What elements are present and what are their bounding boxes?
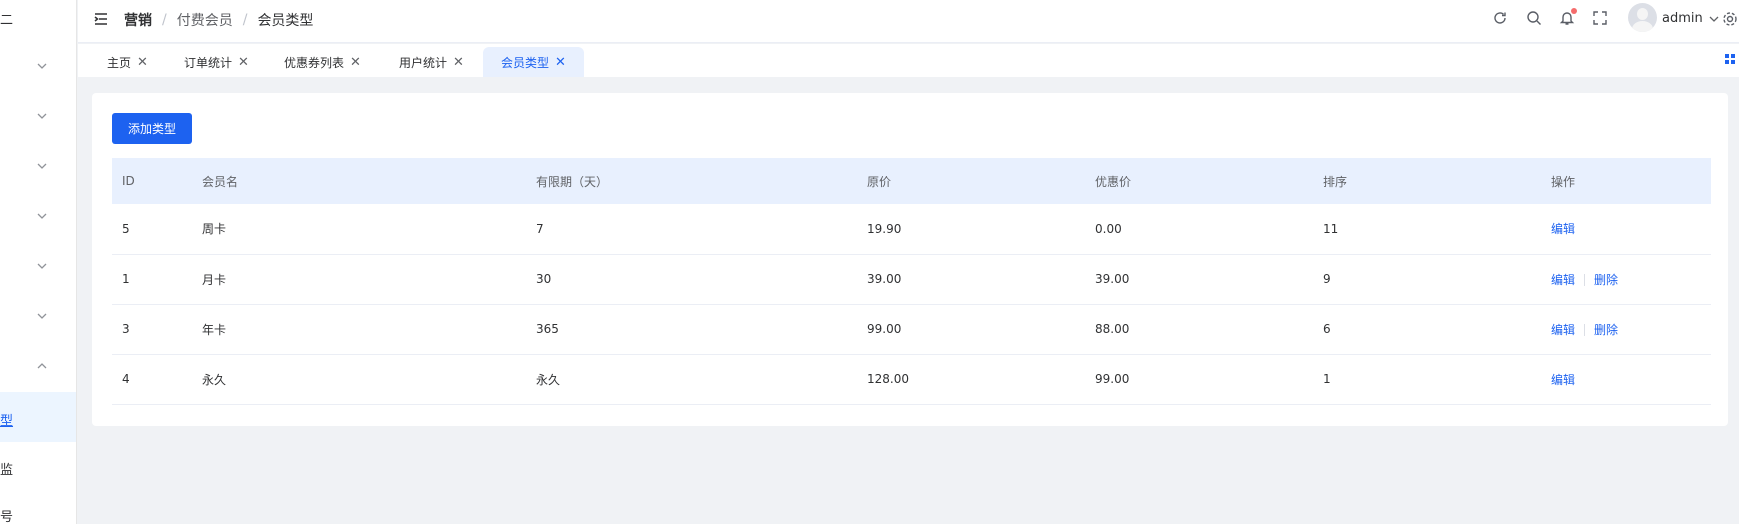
breadcrumb: 营销 / 付费会员 / 会员类型	[124, 10, 313, 30]
chevron-down-icon[interactable]	[36, 260, 48, 272]
tab-order-stats[interactable]: 订单统计 ✕	[174, 47, 259, 77]
cell-sort: 1	[1323, 372, 1331, 386]
breadcrumb-separator: /	[242, 12, 248, 28]
cell-days: 7	[536, 221, 544, 236]
column-header-price: 原价	[867, 174, 892, 189]
close-icon[interactable]: ✕	[453, 55, 464, 70]
table-header-row: ID 会员名 有限期（天） 原价 优惠价 排序 操作	[112, 158, 1711, 204]
avatar[interactable]	[1628, 3, 1657, 32]
fullscreen-icon[interactable]	[1592, 10, 1608, 26]
chevron-down-icon[interactable]	[36, 110, 48, 122]
sidebar: 二 型 监 号	[0, 0, 77, 524]
cell-days: 30	[536, 272, 552, 286]
sidebar-logo-fragment: 二	[0, 13, 14, 28]
edit-link[interactable]: 编辑	[1551, 222, 1575, 236]
chevron-down-icon[interactable]	[36, 60, 48, 72]
cell-price: 39.00	[867, 272, 902, 286]
close-icon[interactable]: ✕	[350, 55, 361, 70]
chevron-down-icon[interactable]	[36, 210, 48, 222]
breadcrumb-item-marketing[interactable]: 营销	[124, 10, 152, 30]
close-icon[interactable]: ✕	[238, 55, 249, 70]
cell-discount: 0.00	[1095, 221, 1122, 236]
column-header-id: ID	[122, 174, 135, 188]
cell-discount: 99.00	[1095, 372, 1130, 386]
cell-name: 月卡	[202, 272, 227, 287]
edit-link[interactable]: 编辑	[1551, 323, 1575, 337]
delete-link[interactable]: 删除	[1594, 273, 1618, 287]
column-header-discount: 优惠价	[1095, 174, 1132, 189]
notification-badge	[1571, 8, 1577, 14]
cell-actions: 编辑 删除	[1541, 254, 1711, 304]
breadcrumb-separator: /	[162, 12, 167, 28]
content-card: 添加类型 ID 会员名 有限期（天） 原价 优惠价 排序 操作 5 周卡 7 1…	[92, 93, 1728, 426]
edit-link[interactable]: 编辑	[1551, 273, 1575, 287]
tab-label: 优惠券列表	[284, 55, 345, 70]
cell-actions: 编辑 删除	[1541, 304, 1711, 354]
chevron-up-icon[interactable]	[36, 360, 48, 372]
tab-label: 主页	[107, 55, 132, 70]
hamburger-icon[interactable]	[93, 11, 109, 27]
action-divider	[1584, 324, 1586, 336]
refresh-icon[interactable]	[1492, 10, 1508, 26]
tabs-bar: 主页 ✕ 订单统计 ✕ 优惠券列表 ✕ 用户统计 ✕ 会员类型 ✕	[78, 44, 1739, 77]
cell-discount: 39.00	[1095, 272, 1130, 286]
tab-home[interactable]: 主页 ✕	[97, 47, 158, 77]
add-type-button[interactable]: 添加类型	[112, 113, 192, 144]
cell-id: 3	[122, 322, 130, 336]
breadcrumb-item-paid-member[interactable]: 付费会员	[177, 10, 233, 30]
close-icon[interactable]: ✕	[555, 55, 566, 70]
cell-id: 5	[122, 221, 130, 236]
column-header-name: 会员名	[202, 174, 239, 189]
tab-member-type[interactable]: 会员类型 ✕	[483, 47, 584, 77]
cell-price: 128.00	[867, 372, 909, 386]
action-divider	[1584, 274, 1586, 286]
table-row: 5 周卡 7 19.90 0.00 11 编辑	[112, 204, 1711, 254]
cell-days: 365	[536, 322, 559, 336]
cell-sort: 11	[1323, 221, 1339, 236]
cell-sort: 9	[1323, 272, 1331, 286]
sidebar-item-member-type[interactable]: 型	[0, 410, 13, 429]
cell-actions: 编辑	[1541, 354, 1711, 404]
column-header-days: 有限期（天）	[536, 174, 609, 189]
sidebar-item-sub-2[interactable]: 监	[0, 459, 13, 478]
search-icon[interactable]	[1526, 10, 1542, 26]
sidebar-item-sub-3[interactable]: 号	[0, 506, 13, 524]
tab-label: 会员类型	[501, 55, 550, 70]
top-header: 营销 / 付费会员 / 会员类型 admin	[78, 0, 1739, 43]
chevron-down-icon[interactable]	[36, 160, 48, 172]
cell-price: 99.00	[867, 322, 902, 336]
cell-sort: 6	[1323, 322, 1331, 336]
cell-id: 1	[122, 272, 130, 286]
breadcrumb-item-member-type: 会员类型	[257, 13, 314, 29]
grid-icon[interactable]	[1725, 54, 1735, 64]
table-row: 1 月卡 30 39.00 39.00 9 编辑 删除	[112, 254, 1711, 304]
column-header-sort: 排序	[1323, 174, 1348, 189]
tab-label: 用户统计	[399, 55, 448, 70]
column-header-actions: 操作	[1551, 174, 1576, 189]
edit-link[interactable]: 编辑	[1551, 373, 1575, 387]
table-row: 4 永久 永久 128.00 99.00 1 编辑	[112, 354, 1711, 404]
tab-label: 订单统计	[184, 55, 233, 70]
tab-user-stats[interactable]: 用户统计 ✕	[389, 47, 474, 77]
cell-days: 永久	[536, 372, 561, 387]
member-type-table: ID 会员名 有限期（天） 原价 优惠价 排序 操作 5 周卡 7 19.90 …	[112, 158, 1711, 405]
cell-id: 4	[122, 372, 130, 386]
chevron-down-icon[interactable]	[1709, 13, 1719, 23]
user-name[interactable]: admin	[1662, 11, 1703, 26]
cell-name: 年卡	[202, 322, 227, 337]
delete-link[interactable]: 删除	[1594, 323, 1618, 337]
chevron-down-icon[interactable]	[36, 310, 48, 322]
bell-icon[interactable]	[1559, 8, 1577, 26]
cell-discount: 88.00	[1095, 322, 1130, 336]
tab-coupon-list[interactable]: 优惠券列表 ✕	[274, 47, 371, 77]
cell-price: 19.90	[867, 221, 902, 236]
close-icon[interactable]: ✕	[137, 55, 148, 70]
table-row: 3 年卡 365 99.00 88.00 6 编辑 删除	[112, 304, 1711, 354]
settings-icon[interactable]	[1722, 11, 1737, 26]
cell-name: 周卡	[202, 222, 227, 237]
cell-name: 永久	[202, 372, 227, 387]
cell-actions: 编辑	[1541, 204, 1711, 254]
